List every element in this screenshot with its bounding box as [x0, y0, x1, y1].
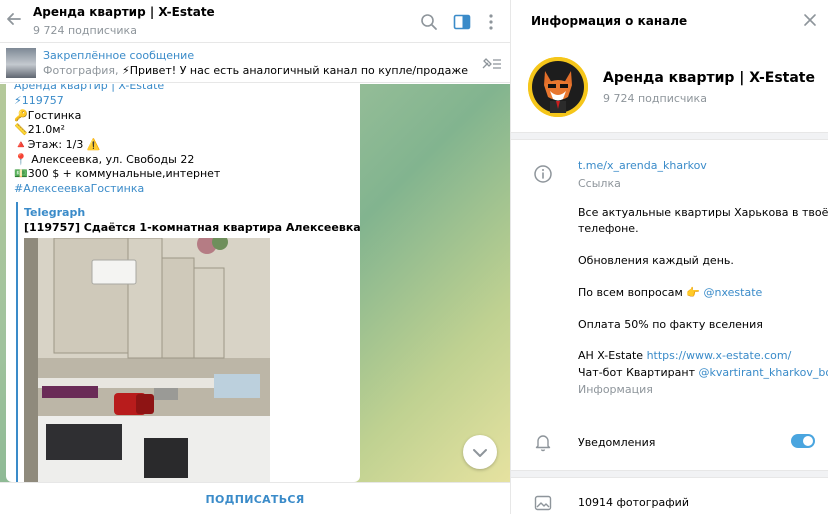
description-line-7: Чат-бот Квартирант @kvartirant_kharkov_b…	[578, 365, 828, 380]
description-line-2: телефоне.	[578, 222, 639, 235]
pinned-message-bar[interactable]: Закреплённое сообщение Фотография, ⚡Прив…	[0, 44, 510, 83]
link-preview-title: [119757] Сдаётся 1-комнатная квартира Ал…	[24, 221, 360, 234]
channel-link[interactable]: t.me/x_arenda_kharkov	[578, 158, 707, 173]
contact-link[interactable]: @nxestate	[704, 286, 763, 299]
link-preview[interactable]: Telegraph [119757] Сдаётся 1-комнатная к…	[16, 202, 360, 482]
description-line-5: Оплата 50% по факту вселения	[578, 318, 763, 331]
channel-info-panel: Информация о канале Аренда квартир | X-E…	[510, 0, 828, 514]
message-floor-line: 🔺Этаж: 1/3 ⚠️	[14, 138, 101, 151]
message-channel-name[interactable]: Аренда квартир | X-Estate	[14, 84, 164, 93]
agency-prefix: АН X-Estate	[578, 349, 647, 362]
message-price-line: 💵300 $ + коммунальные,интернет	[14, 167, 221, 180]
chat-column: Аренда квартир | X-Estate 9 724 подписчи…	[0, 0, 510, 514]
website-link[interactable]: https://www.x-estate.com/	[647, 349, 792, 362]
description-line-1: Все актуальные квартиры Харькова в твоём	[578, 206, 828, 219]
message-type-line: 🔑Гостинка	[14, 109, 82, 122]
divider	[511, 132, 828, 140]
photos-count[interactable]: 10914 фотографий	[578, 495, 689, 510]
chat-header: Аренда квартир | X-Estate 9 724 подписчи…	[0, 0, 510, 43]
sidebar-toggle-icon[interactable]	[452, 12, 472, 32]
info-panel-title: Информация о канале	[531, 14, 688, 28]
description-label: Информация	[578, 383, 653, 396]
subscribe-bar: ПОДПИСАТЬСЯ	[0, 482, 510, 514]
subscribe-button[interactable]: ПОДПИСАТЬСЯ	[205, 493, 304, 506]
bell-icon	[533, 432, 553, 452]
channel-link-label: Ссылка	[578, 177, 621, 190]
message-area-line: 📏21.0м²	[14, 123, 65, 136]
pinned-title: Закреплённое сообщение	[43, 49, 195, 62]
notifications-label: Уведомления	[578, 436, 656, 449]
close-icon[interactable]	[802, 12, 818, 28]
chat-title[interactable]: Аренда квартир | X-Estate	[33, 5, 215, 19]
info-icon	[533, 164, 553, 184]
channel-name: Аренда квартир | X-Estate	[603, 70, 815, 86]
chat-subscribers: 9 724 подписчика	[33, 24, 137, 37]
message-bubble: Аренда квартир | X-Estate ⚡119757 🔑Гости…	[6, 84, 360, 482]
search-icon[interactable]	[419, 12, 439, 32]
pinned-thumbnail	[6, 48, 36, 78]
bot-link[interactable]: @kvartirant_kharkov_bot	[698, 366, 828, 379]
pinned-prefix: Фотография,	[43, 64, 123, 77]
link-preview-site: Telegraph	[24, 206, 86, 219]
channel-subscribers: 9 724 подписчика	[603, 92, 707, 105]
telegram-window: Аренда квартир | X-Estate 9 724 подписчи…	[0, 0, 828, 514]
photo-icon	[533, 493, 553, 513]
pinned-body: ⚡Привет! У нас есть аналогичный канал по…	[122, 64, 468, 77]
notifications-toggle[interactable]	[791, 434, 815, 448]
toggle-knob	[802, 435, 814, 447]
channel-avatar[interactable]	[528, 57, 588, 117]
divider	[511, 470, 828, 478]
more-menu-icon[interactable]	[481, 12, 501, 32]
contact-prefix: По всем вопросам 👉	[578, 286, 704, 299]
pinned-list-icon[interactable]	[480, 56, 502, 72]
message-id-line: ⚡119757	[14, 94, 64, 108]
description-line-6: АН X-Estate https://www.x-estate.com/	[578, 348, 791, 363]
description-line-4: По всем вопросам 👉 @nxestate	[578, 285, 762, 300]
bot-prefix: Чат-бот Квартирант	[578, 366, 699, 379]
message-hashtag[interactable]: #АлексеевкаГостинка	[14, 182, 144, 196]
back-arrow-icon[interactable]	[4, 10, 24, 30]
message-address-line: 📍 Алексеевка, ул. Свободы 22	[14, 153, 195, 166]
chevron-down-icon	[473, 449, 487, 457]
scroll-down-button[interactable]	[463, 435, 497, 469]
link-preview-photo[interactable]	[24, 238, 270, 482]
pinned-text: Фотография, ⚡Привет! У нас есть аналогич…	[43, 64, 468, 77]
message-id[interactable]: ⚡119757	[14, 94, 64, 107]
description-line-3: Обновления каждый день.	[578, 254, 734, 267]
